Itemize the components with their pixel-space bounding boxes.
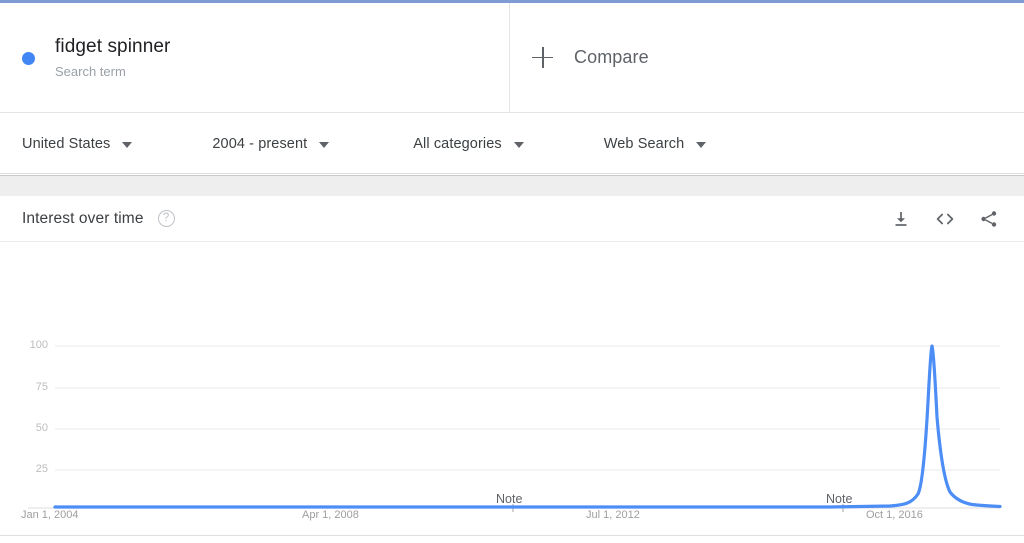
note-annotation[interactable]: Note — [826, 492, 852, 506]
y-tick-label: 100 — [29, 339, 48, 351]
search-term-card[interactable]: fidget spinner Search term — [0, 3, 510, 112]
search-terms-row: fidget spinner Search term Compare — [0, 3, 1024, 113]
filter-location-label: United States — [22, 135, 111, 152]
section-separator-band — [0, 175, 1024, 196]
y-tick-label: 25 — [35, 463, 48, 475]
filter-location[interactable]: United States — [22, 136, 140, 152]
chevron-down-icon — [319, 141, 330, 148]
y-tick-label: 50 — [35, 422, 48, 434]
help-circle-icon[interactable]: ? — [157, 210, 175, 227]
gridlines — [28, 345, 1000, 509]
filter-bar: United States 2004 - present All categor… — [0, 114, 1024, 174]
x-tick-label: Jan 1, 2004 — [21, 509, 79, 521]
filter-category-label: All categories — [413, 135, 502, 152]
x-tick-label: Oct 1, 2016 — [866, 509, 923, 521]
trend-line-fidget-spinner — [53, 344, 1002, 509]
filter-search-type-label: Web Search — [603, 135, 685, 152]
download-icon[interactable] — [890, 208, 912, 230]
chevron-down-icon — [122, 141, 133, 148]
filter-time-range[interactable]: 2004 - present — [212, 136, 337, 152]
chevron-down-icon — [513, 141, 524, 148]
search-term-subtitle: Search term — [55, 63, 126, 79]
interest-over-time-card: Interest over time ? 100 75 50 25 Jan 1,… — [0, 196, 1024, 536]
x-tick-label: Apr 1, 2008 — [302, 509, 359, 521]
chevron-down-icon — [696, 141, 707, 148]
chart-title: Interest over time — [22, 209, 144, 227]
search-term-title: fidget spinner — [55, 35, 171, 57]
filter-time-range-label: 2004 - present — [212, 135, 308, 152]
chart-header: Interest over time ? — [0, 196, 1024, 242]
y-tick-label: 75 — [35, 381, 48, 393]
filter-search-type[interactable]: Web Search — [604, 136, 715, 152]
embed-code-icon[interactable] — [934, 208, 956, 230]
series-color-dot — [22, 52, 35, 65]
x-tick-label: Jul 1, 2012 — [586, 509, 640, 521]
share-icon[interactable] — [978, 208, 1000, 230]
plus-icon — [532, 46, 554, 69]
google-trends-page: fidget spinner Search term Compare Unite… — [0, 0, 1024, 543]
compare-label: Compare — [574, 47, 649, 67]
filter-category[interactable]: All categories — [413, 136, 531, 152]
chart-plot-area: 100 75 50 25 Jan 1, 2004 Apr 1, 2008 Jul… — [0, 242, 1024, 535]
compare-card[interactable]: Compare — [510, 3, 1024, 112]
note-annotation[interactable]: Note — [496, 492, 522, 506]
